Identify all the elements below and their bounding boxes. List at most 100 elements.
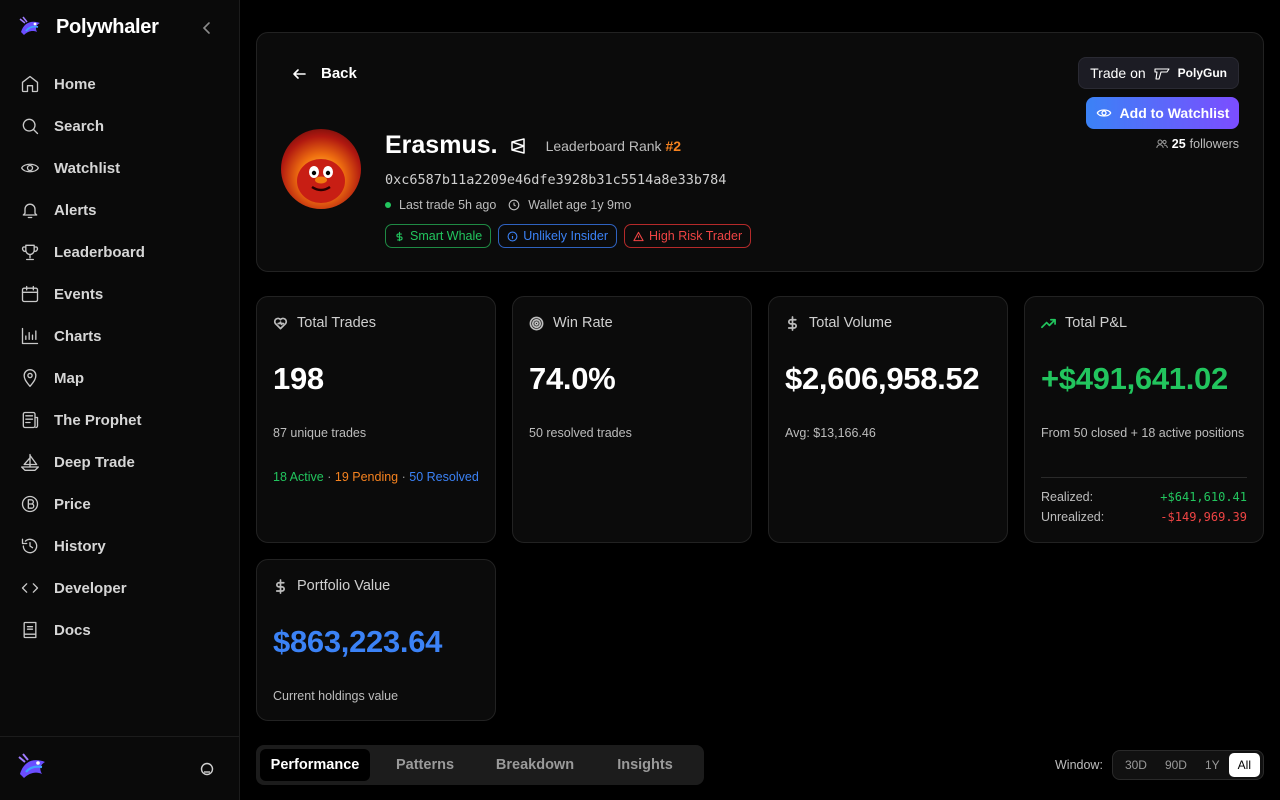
theme-toggle-icon[interactable] <box>199 761 215 777</box>
sidebar-item-price[interactable]: Price <box>20 483 145 525</box>
stat-title: Total P&L <box>1065 315 1128 331</box>
wallet-address[interactable]: 0xc6587b11a2209e46dfe3928b31c5514a8e33b7… <box>385 172 726 188</box>
stat-title: Total Trades <box>297 315 376 331</box>
sidebar-item-label: Events <box>54 285 104 303</box>
polywhaler-logo-icon[interactable] <box>16 750 50 784</box>
sidebar-item-label: Price <box>54 495 91 513</box>
calendar-icon <box>21 285 39 303</box>
collapse-sidebar-icon[interactable] <box>199 18 215 38</box>
sidebar-item-deep-trade[interactable]: Deep Trade <box>20 441 145 483</box>
clock-icon <box>508 199 520 211</box>
followers-label: followers <box>1189 137 1239 151</box>
history-icon <box>21 538 38 554</box>
sailboat-icon <box>21 453 39 471</box>
stat-value: $863,223.64 <box>273 624 443 659</box>
name-row: Erasmus. Leaderboard Rank #2 <box>385 131 681 160</box>
divider <box>1041 477 1247 478</box>
brand[interactable]: Polywhaler <box>18 14 159 40</box>
sidebar-item-label: Developer <box>54 579 127 597</box>
realized-value: +$641,610.41 <box>1160 490 1247 504</box>
stat-value: +$491,641.02 <box>1041 361 1228 396</box>
sidebar-item-label: The Prophet <box>54 411 142 429</box>
polymarket-icon[interactable] <box>510 137 526 154</box>
window-segmented-control: 30D 90D 1Y All <box>1111 750 1264 780</box>
heart-icon <box>273 317 288 329</box>
stat-header: Win Rate <box>529 315 613 331</box>
sidebar-item-developer[interactable]: Developer <box>20 567 145 609</box>
total-pnl-card: Total P&L +$491,641.02 From 50 closed + … <box>1024 296 1264 543</box>
sidebar-item-label: Leaderboard <box>54 243 145 261</box>
stat-header: Portfolio Value <box>273 578 390 594</box>
sidebar-item-docs[interactable]: Docs <box>20 609 145 651</box>
search-icon <box>22 118 39 135</box>
stat-subtext: Current holdings value <box>273 689 399 703</box>
win-rate-card: Win Rate 74.0% 50 resolved trades <box>512 296 752 543</box>
home-icon <box>21 75 39 93</box>
window-option-90d[interactable]: 90D <box>1156 753 1196 777</box>
trader-tags: Smart Whale Unlikely Insider High Risk T… <box>385 224 752 248</box>
tag-label: Unlikely Insider <box>523 229 609 243</box>
stat-subtext: From 50 closed + 18 active positions <box>1041 426 1245 440</box>
polygun-logo-icon <box>1154 68 1170 80</box>
wallet-age: Wallet age 1y 9mo <box>528 198 632 212</box>
avatar <box>281 129 361 209</box>
time-window-selector: Window: 30D 90D 1Y All <box>1055 750 1264 780</box>
realized-row: Realized: +$641,610.41 <box>1041 490 1247 504</box>
target-icon <box>529 316 544 330</box>
back-button[interactable]: Back <box>291 65 357 82</box>
pending-count: 19 Pending <box>334 470 399 484</box>
info-icon <box>507 231 518 241</box>
activity-dot <box>385 202 391 208</box>
leaderboard-rank: Leaderboard Rank #2 <box>546 138 681 154</box>
main-content: Back Erasmus. Leaderboard Rank #2 0xc658… <box>240 0 1280 800</box>
sidebar-item-events[interactable]: Events <box>20 273 145 315</box>
tab-insights[interactable]: Insights <box>590 749 700 781</box>
stat-value: 198 <box>273 361 324 396</box>
window-option-1y[interactable]: 1Y <box>1196 753 1229 777</box>
stat-title: Win Rate <box>553 315 613 331</box>
tag-smart-whale[interactable]: Smart Whale <box>385 224 492 248</box>
sidebar-item-alerts[interactable]: Alerts <box>20 189 145 231</box>
dollar-icon <box>396 231 403 241</box>
watchlist-label: Add to Watchlist <box>1119 105 1230 121</box>
sidebar-item-charts[interactable]: Charts <box>20 315 145 357</box>
stat-header: Total P&L <box>1041 315 1127 331</box>
dollar-icon <box>787 315 797 331</box>
sidebar-item-watchlist[interactable]: Watchlist <box>20 147 145 189</box>
unrealized-value: -$149,969.39 <box>1160 510 1247 524</box>
sidebar-item-the-prophet[interactable]: The Prophet <box>20 399 145 441</box>
avatar-image <box>297 159 345 203</box>
add-to-watchlist-button[interactable]: Add to Watchlist <box>1086 97 1239 129</box>
polywhaler-logo-icon <box>19 16 40 35</box>
map-pin-icon <box>23 369 37 387</box>
stat-header: Total Volume <box>785 315 892 331</box>
window-option-all[interactable]: All <box>1228 753 1260 777</box>
code-icon <box>21 583 39 593</box>
separator: · <box>401 470 406 484</box>
trending-up-icon <box>1041 318 1056 328</box>
sidebar-item-label: History <box>54 537 106 555</box>
trade-on-polygun-button[interactable]: Trade on PolyGun <box>1078 57 1239 89</box>
tag-high-risk-trader[interactable]: High Risk Trader <box>624 224 752 248</box>
tab-breakdown[interactable]: Breakdown <box>480 749 590 781</box>
arrow-left-icon <box>293 68 306 79</box>
trader-name: Erasmus. <box>385 131 498 159</box>
stat-subtext: 50 resolved trades <box>529 426 632 440</box>
tag-unlikely-insider[interactable]: Unlikely Insider <box>498 224 618 248</box>
sidebar-item-map[interactable]: Map <box>20 357 145 399</box>
sidebar-item-home[interactable]: Home <box>20 63 145 105</box>
sidebar: Polywhaler Home Search Watchlist Alerts … <box>0 0 240 800</box>
window-option-30d[interactable]: 30D <box>1116 753 1156 777</box>
sidebar-item-search[interactable]: Search <box>20 105 145 147</box>
rank-label: Leaderboard Rank <box>545 137 662 154</box>
tab-patterns[interactable]: Patterns <box>370 749 480 781</box>
chart-icon <box>21 327 39 345</box>
sidebar-item-leaderboard[interactable]: Leaderboard <box>20 231 145 273</box>
tab-performance[interactable]: Performance <box>260 749 370 781</box>
last-trade: Last trade 5h ago <box>399 198 497 212</box>
resolved-count: 50 Resolved <box>409 470 479 484</box>
realized-label: Realized: <box>1041 490 1094 504</box>
stat-value: $2,606,958.52 <box>785 361 980 396</box>
portfolio-value-card: Portfolio Value $863,223.64 Current hold… <box>256 559 496 721</box>
sidebar-item-history[interactable]: History <box>20 525 145 567</box>
